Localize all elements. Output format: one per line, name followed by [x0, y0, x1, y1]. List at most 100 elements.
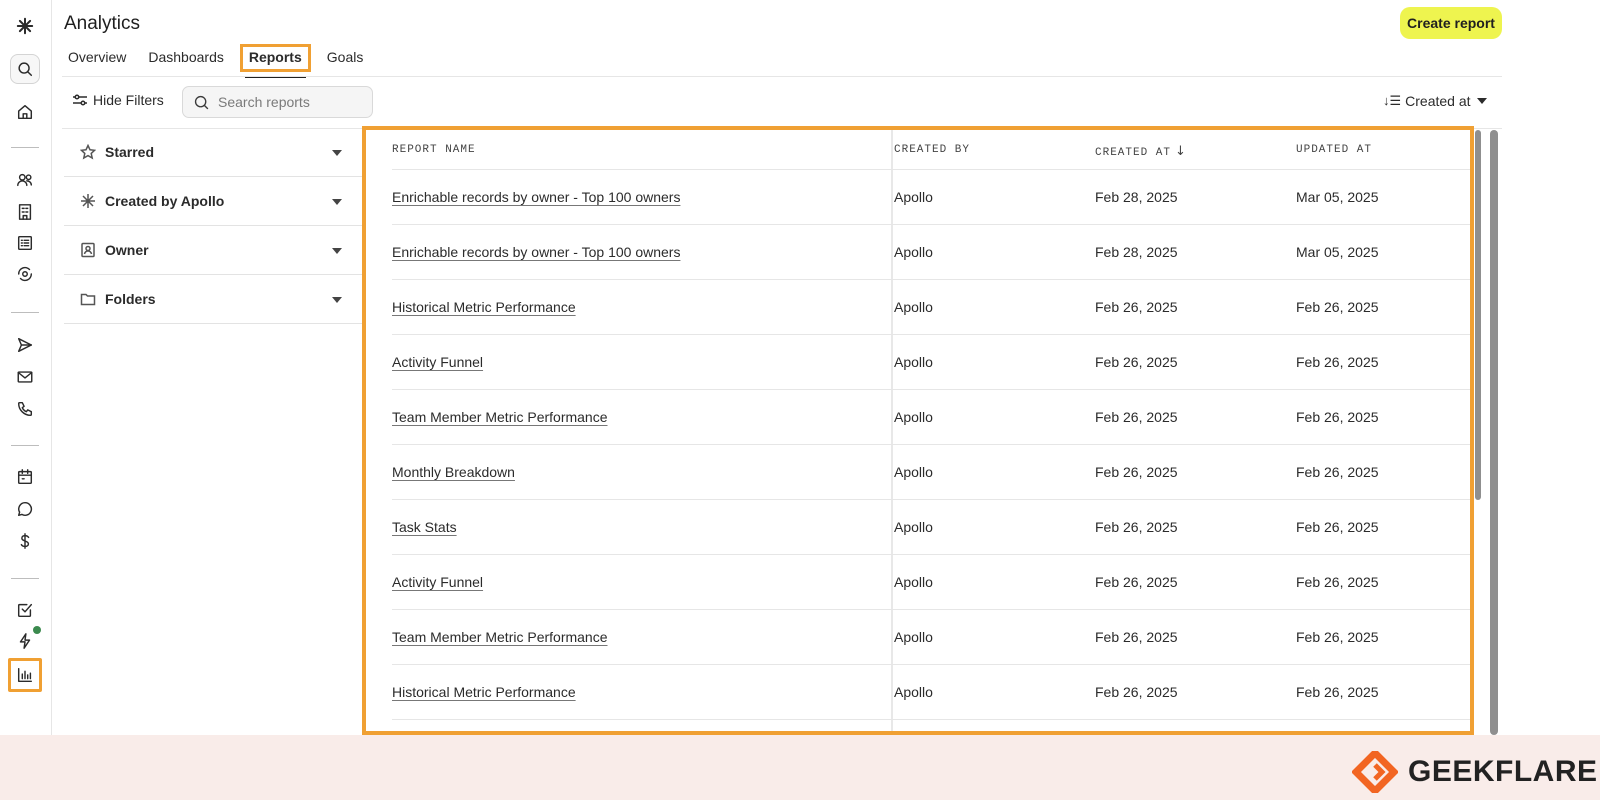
- hide-filters-label: Hide Filters: [93, 92, 164, 108]
- updated-at-cell: Feb 26, 2025: [1296, 519, 1379, 535]
- table-header: REPORT NAME CREATED BY CREATED AT ↓ UPDAT…: [392, 130, 1470, 170]
- search-reports[interactable]: [182, 86, 373, 118]
- mail-icon[interactable]: [10, 362, 40, 392]
- create-report-button[interactable]: Create report: [1400, 7, 1502, 39]
- created-at-cell: Feb 26, 2025: [1095, 629, 1178, 645]
- person-badge-icon: [81, 242, 95, 258]
- report-name-link[interactable]: Monthly Breakdown: [392, 464, 515, 480]
- filters-panel: Starred Created by Apollo Owner Folders: [64, 128, 362, 324]
- created-by-cell: Apollo: [894, 299, 933, 315]
- caret-down-icon[interactable]: [332, 150, 342, 156]
- created-at-cell: Feb 26, 2025: [1095, 299, 1178, 315]
- created-at-cell: Feb 26, 2025: [1095, 354, 1178, 370]
- star-icon: [80, 144, 96, 160]
- report-name-link[interactable]: Activity Funnel: [392, 354, 483, 370]
- tab-overview[interactable]: Overview: [62, 44, 132, 72]
- table-row[interactable]: Activity Funnel Apollo Feb 26, 2025 Feb 26,…: [392, 555, 1470, 610]
- report-name-link[interactable]: Activity Funnel: [392, 574, 483, 590]
- analytics-tabs: Overview Dashboards Reports Goals: [62, 44, 379, 78]
- list-icon[interactable]: [10, 228, 40, 258]
- chat-icon[interactable]: [10, 494, 40, 524]
- report-name-link[interactable]: Historical Metric Performance: [392, 684, 576, 700]
- table-body: Enrichable records by owner - Top 100 ow…: [392, 170, 1470, 720]
- table-row[interactable]: Historical Metric Performance Apollo Feb 2…: [392, 665, 1470, 720]
- geekflare-logo-icon: [1352, 751, 1398, 793]
- caret-down-icon[interactable]: [332, 199, 342, 205]
- report-name-link[interactable]: Team Member Metric Performance: [392, 629, 608, 645]
- updated-at-cell: Mar 05, 2025: [1296, 244, 1379, 260]
- eye-refresh-icon[interactable]: [10, 259, 40, 289]
- apollo-logo-icon: [81, 194, 95, 208]
- sliders-icon: [73, 94, 87, 106]
- send-icon[interactable]: [10, 330, 40, 360]
- page-title: Analytics: [64, 13, 141, 34]
- column-header-created-at[interactable]: CREATED AT ↓: [1095, 144, 1187, 159]
- tabs-divider: [62, 76, 1502, 77]
- filter-label: Starred: [105, 144, 155, 160]
- tab-dashboards[interactable]: Dashboards: [142, 44, 230, 72]
- created-by-cell: Apollo: [894, 189, 933, 205]
- home-icon[interactable]: [10, 97, 40, 127]
- created-at-cell: Feb 26, 2025: [1095, 684, 1178, 700]
- caret-down-icon[interactable]: [332, 248, 342, 254]
- hide-filters-button[interactable]: Hide Filters: [72, 92, 164, 108]
- calendar-icon[interactable]: [10, 462, 40, 492]
- column-header-created-by[interactable]: CREATED BY: [894, 144, 970, 156]
- table-row[interactable]: Team Member Metric Performance Apollo Feb …: [392, 610, 1470, 665]
- search-icon[interactable]: [10, 54, 40, 84]
- sort-icon: ↓☰: [1383, 93, 1402, 108]
- report-name-link[interactable]: Historical Metric Performance: [392, 299, 576, 315]
- filter-created-by-apollo[interactable]: Created by Apollo: [64, 177, 362, 226]
- brand-name: GEEKFLARE: [1408, 755, 1598, 788]
- sidebar-divider: [11, 312, 39, 313]
- table-scrollbar[interactable]: [1475, 130, 1481, 500]
- column-header-report-name[interactable]: REPORT NAME: [392, 144, 476, 156]
- tab-reports[interactable]: Reports: [239, 44, 311, 78]
- filter-starred[interactable]: Starred: [64, 128, 362, 177]
- apollo-logo-icon[interactable]: [10, 11, 40, 41]
- filter-label: Owner: [105, 242, 149, 258]
- left-sidebar: [0, 0, 52, 735]
- analytics-icon[interactable]: [8, 658, 42, 692]
- created-by-cell: Apollo: [894, 354, 933, 370]
- created-by-cell: Apollo: [894, 244, 933, 260]
- report-name-link[interactable]: Task Stats: [392, 519, 457, 535]
- table-row[interactable]: Enrichable records by owner - Top 100 ow…: [392, 170, 1470, 225]
- dollar-icon[interactable]: [10, 526, 40, 556]
- column-header-updated-at[interactable]: UPDATED AT: [1296, 144, 1372, 156]
- report-name-link[interactable]: Enrichable records by owner - Top 100 ow…: [392, 189, 680, 205]
- created-at-cell: Feb 28, 2025: [1095, 244, 1178, 260]
- table-row[interactable]: Historical Metric Performance Apollo Feb 2…: [392, 280, 1470, 335]
- sidebar-divider: [11, 578, 39, 579]
- report-name-link[interactable]: Team Member Metric Performance: [392, 409, 608, 425]
- report-name-link[interactable]: Enrichable records by owner - Top 100 ow…: [392, 244, 680, 260]
- search-input[interactable]: [218, 94, 358, 110]
- filter-folders[interactable]: Folders: [64, 275, 362, 324]
- filter-label: Folders: [105, 291, 156, 307]
- table-row[interactable]: Activity Funnel Apollo Feb 26, 2025 Feb 26,…: [392, 335, 1470, 390]
- created-by-cell: Apollo: [894, 409, 933, 425]
- tab-goals[interactable]: Goals: [321, 44, 370, 72]
- created-at-cell: Feb 26, 2025: [1095, 519, 1178, 535]
- checkbox-icon[interactable]: [10, 595, 40, 625]
- people-icon[interactable]: [10, 165, 40, 195]
- table-row[interactable]: Enrichable records by owner - Top 100 ow…: [392, 225, 1470, 280]
- table-row[interactable]: Monthly Breakdown Apollo Feb 26, 2025 Feb 2…: [392, 445, 1470, 500]
- created-by-cell: Apollo: [894, 629, 933, 645]
- building-icon[interactable]: [10, 197, 40, 227]
- created-by-cell: Apollo: [894, 684, 933, 700]
- search-icon: [194, 95, 209, 109]
- updated-at-cell: Feb 26, 2025: [1296, 629, 1379, 645]
- table-row[interactable]: Team Member Metric Performance Apollo Feb …: [392, 390, 1470, 445]
- arrow-down-icon: ↓: [1175, 144, 1187, 159]
- table-row[interactable]: Task Stats Apollo Feb 26, 2025 Feb 26, 2025: [392, 500, 1470, 555]
- page-scrollbar[interactable]: [1490, 130, 1498, 735]
- updated-at-cell: Feb 26, 2025: [1296, 409, 1379, 425]
- filter-owner[interactable]: Owner: [64, 226, 362, 275]
- caret-down-icon[interactable]: [332, 297, 342, 303]
- sidebar-divider: [11, 147, 39, 148]
- updated-at-cell: Feb 26, 2025: [1296, 354, 1379, 370]
- phone-icon[interactable]: [10, 394, 40, 424]
- sort-dropdown[interactable]: ↓☰ Created at: [1383, 93, 1487, 109]
- created-at-cell: Feb 28, 2025: [1095, 189, 1178, 205]
